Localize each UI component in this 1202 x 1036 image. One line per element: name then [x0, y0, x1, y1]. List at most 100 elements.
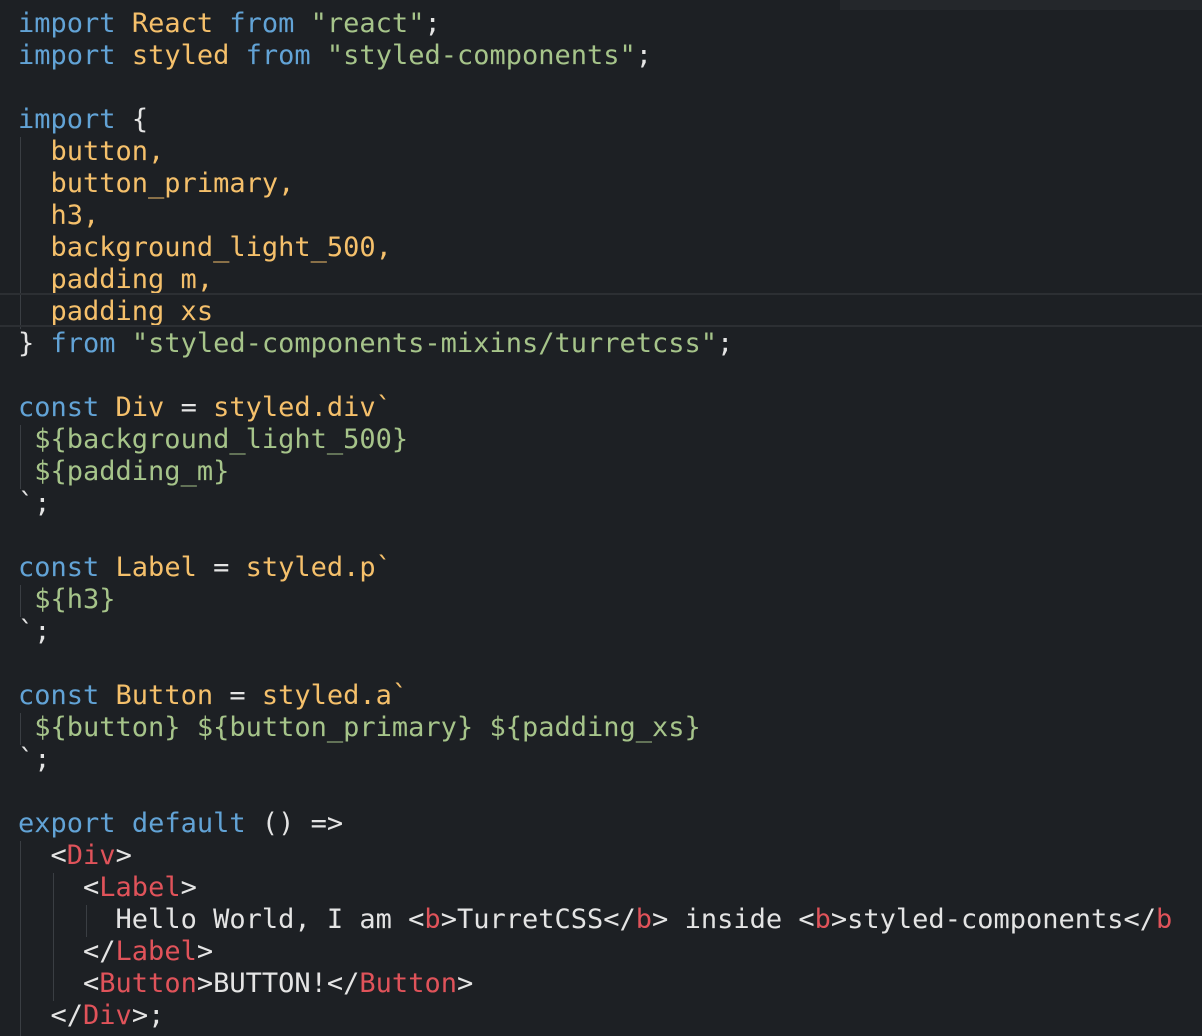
code-line-20: `; — [18, 616, 1172, 648]
code-line-24: `; — [18, 744, 1172, 776]
punctuation: ; — [148, 1000, 165, 1031]
code-line-29: Hello World, I am <b>TurretCSS</b> insid… — [18, 904, 1173, 936]
jsx-bracket: < — [83, 968, 100, 999]
code-line-19: ${h3} — [18, 584, 1172, 616]
jsx-tag: Div — [83, 1000, 132, 1031]
import-name: button, — [50, 136, 165, 167]
jsx-text: styled-components — [847, 904, 1124, 935]
template-end: `; — [18, 744, 51, 775]
jsx-bracket: > — [115, 840, 132, 871]
code-line-15: ${padding_m} — [18, 456, 1172, 488]
string-literal: "react" — [310, 8, 425, 39]
jsx-tag: Button — [99, 968, 197, 999]
code-line-14: ${background_light_500} — [18, 424, 1172, 456]
jsx-text: TurretCSS — [456, 904, 604, 935]
jsx-text: BUTTON! — [213, 968, 327, 999]
punctuation: { — [131, 104, 149, 135]
template-interpolation: ${button_primary} — [196, 712, 474, 743]
code-line-4: import { — [18, 104, 1172, 136]
code-line-5: button, — [18, 136, 1172, 168]
jsx-tag: Button — [359, 968, 457, 999]
jsx-text: Hello World, I am — [115, 904, 409, 935]
jsx-bracket: < — [50, 840, 67, 871]
punctuation: ; — [717, 328, 734, 359]
jsx-tag: Label — [99, 872, 181, 903]
keyword: const — [18, 392, 100, 423]
code-line-22: const Button = styled.a` — [18, 680, 1172, 712]
call-expression: styled.div` — [213, 392, 392, 423]
jsx-bracket: < — [408, 904, 425, 935]
code-line-6: button_primary, — [18, 168, 1172, 200]
keyword: const — [18, 680, 100, 711]
import-name: button_primary, — [50, 168, 295, 199]
jsx-bracket: < — [83, 872, 100, 903]
keyword: export — [18, 808, 116, 839]
jsx-bracket: > — [652, 904, 669, 935]
jsx-bracket: < — [798, 904, 815, 935]
jsx-bracket: > — [456, 968, 474, 999]
keyword: import — [18, 40, 116, 71]
code-line-23: ${button} ${button_primary} ${padding_xs… — [18, 712, 1172, 744]
jsx-tag: b — [814, 904, 831, 935]
code-line-26: export default () => — [18, 808, 1172, 840]
jsx-bracket: > — [180, 872, 197, 903]
code-line-32: </Div>; — [18, 1000, 1172, 1032]
keyword: from — [245, 40, 311, 71]
keyword: from — [50, 328, 116, 359]
code-line-27: <Div> — [18, 840, 1172, 872]
keyword: const — [18, 552, 100, 583]
punctuation: } — [18, 328, 35, 359]
template-end: `; — [18, 488, 51, 519]
punctuation: ; — [635, 40, 653, 71]
jsx-text: inside — [668, 904, 799, 935]
code-line-8: background_light_500, — [18, 232, 1172, 264]
code-line-13: const Div = styled.div` — [18, 392, 1172, 424]
template-interpolation: ${padding_xs} — [489, 712, 701, 743]
identifier: Label — [115, 552, 197, 583]
template-interpolation: ${padding_m} — [34, 456, 230, 487]
code-line-10-current: padding_xs — [0, 293, 1202, 328]
code-editor[interactable]: import React from "react"; import styled… — [0, 0, 1202, 1036]
code-content[interactable]: import React from "react"; import styled… — [0, 8, 1202, 1032]
code-line-18: const Label = styled.p` — [18, 552, 1172, 584]
jsx-bracket: > — [196, 936, 214, 967]
code-line-9: padding_m, — [18, 264, 1172, 296]
import-name: background_light_500, — [50, 232, 392, 263]
keyword: from — [229, 8, 295, 39]
identifier: React — [131, 8, 214, 39]
string-literal: "styled-components" — [326, 40, 636, 71]
code-line-2: import styled from "styled-components"; — [18, 40, 1172, 72]
template-interpolation: ${button} — [34, 712, 181, 743]
code-line-1: import React from "react"; — [18, 8, 1172, 40]
jsx-tag: b — [424, 904, 441, 935]
jsx-bracket: </ — [1123, 904, 1157, 935]
jsx-tag: Label — [115, 936, 197, 967]
template-interpolation: ${h3} — [34, 584, 116, 615]
jsx-bracket: > — [196, 968, 214, 999]
jsx-bracket: > — [440, 904, 457, 935]
template-interpolation: ${background_light_500} — [34, 424, 409, 455]
jsx-tag: Div — [66, 840, 116, 871]
code-line-31: <Button>BUTTON!</Button> — [18, 968, 1172, 1000]
jsx-bracket: > — [830, 904, 848, 935]
identifier: Div — [115, 392, 165, 423]
operator: = — [229, 680, 246, 711]
code-line-7: h3, — [18, 200, 1172, 232]
keyword: default — [131, 808, 246, 839]
punctuation: ; — [424, 8, 441, 39]
keyword: import — [18, 104, 116, 135]
operator: = — [213, 552, 230, 583]
jsx-bracket: > — [131, 1000, 149, 1031]
jsx-bracket: </ — [50, 1000, 84, 1031]
jsx-bracket: </ — [326, 968, 360, 999]
import-name: padding_m, — [50, 264, 214, 295]
arrow-function: () => — [261, 808, 344, 839]
code-line-30: </Label> — [18, 936, 1172, 968]
jsx-bracket: </ — [83, 936, 116, 967]
import-name: h3, — [50, 200, 100, 231]
jsx-bracket: </ — [603, 904, 636, 935]
call-expression: styled.a` — [261, 680, 409, 711]
